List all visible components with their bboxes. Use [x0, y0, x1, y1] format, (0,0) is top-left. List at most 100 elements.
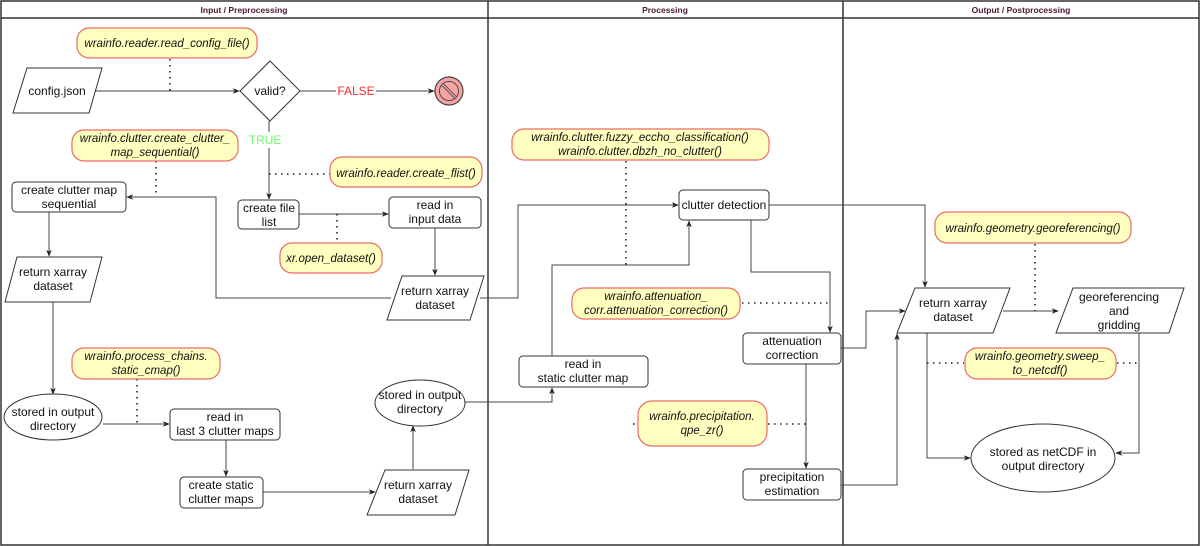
- decision-valid[interactable]: valid?: [239, 60, 301, 122]
- text-line: xr.open_dataset(): [285, 253, 376, 265]
- text-line: correction: [766, 348, 819, 362]
- text-line: map_sequential(): [111, 147, 200, 159]
- text-line: static_cmap(): [111, 365, 180, 377]
- text-line: wrainfo.process_chains.: [84, 351, 207, 363]
- note-sweep-to-netcdf[interactable]: wrainfo.geometry.sweep_ to_netcdf(): [964, 347, 1117, 380]
- svg-text:create staticclutter maps: create static clutter maps: [188, 478, 253, 506]
- node-stored-netcdf[interactable]: stored as netCDF in output directory: [970, 423, 1116, 493]
- lane-title-processing: Processing: [642, 5, 688, 15]
- text-line: output directory: [1002, 459, 1085, 473]
- node-create-file-list[interactable]: create file list: [237, 199, 300, 230]
- svg-text:xr.open_dataset(): xr.open_dataset(): [285, 253, 376, 265]
- text-line: return xarray: [19, 265, 87, 279]
- text-line: read in: [417, 198, 454, 212]
- node-stored-output-mid[interactable]: stored in output directory: [374, 379, 466, 427]
- text-line: wrainfo.clutter.create_clutter_: [80, 133, 230, 145]
- edge-georef-to-netcdf: [1115, 333, 1140, 456]
- text-line: config.json: [28, 84, 85, 98]
- text-line: estimation: [765, 484, 820, 498]
- node-read-static-clutter-map[interactable]: read in static clutter map: [518, 355, 649, 388]
- svg-text:valid?: valid?: [254, 84, 286, 98]
- svg-text:attenuationcorrection: attenuation correction: [762, 334, 821, 362]
- note-qpe-zr[interactable]: wrainfo.precipitation. qpe_zr(): [637, 400, 768, 447]
- text-line: return xarray: [401, 284, 469, 298]
- prohibited-icon: [434, 76, 464, 106]
- text-line: create static: [189, 478, 254, 492]
- svg-text:config.json: config.json: [28, 84, 85, 98]
- text-line: wrainfo.clutter.fuzzy_eccho_classificati…: [531, 132, 749, 144]
- text-line: list: [262, 215, 277, 229]
- false-label: FALSE: [337, 84, 374, 98]
- text-line: qpe_zr(): [681, 425, 724, 437]
- text-line: dataset: [398, 492, 438, 506]
- text-line: gridding: [1098, 318, 1141, 332]
- svg-text:clutter detection: clutter detection: [682, 198, 767, 212]
- text-line: precipitation: [760, 470, 825, 484]
- node-config-json[interactable]: config.json: [12, 67, 103, 114]
- note-create-clutter-map-sequential[interactable]: wrainfo.clutter.create_clutter_ map_seque…: [71, 129, 239, 162]
- text-line: wrainfo.reader.create_flist(): [336, 168, 476, 180]
- edge-clutterdetection-to-attenuation: [750, 220, 833, 333]
- text-line: wrainfo.geometry.sweep_: [975, 351, 1105, 363]
- svg-text:wrainfo.reader.create_flist(): wrainfo.reader.create_flist(): [336, 168, 476, 180]
- text-line: create file: [243, 201, 295, 215]
- edge-stored2-to-readstatic: [465, 387, 555, 403]
- text-line: return xarray: [919, 296, 987, 310]
- node-return-xarray-bottom[interactable]: return xarray dataset: [366, 469, 470, 516]
- note-fuzzy-echo-classification[interactable]: wrainfo.clutter.fuzzy_eccho_classificati…: [511, 128, 770, 161]
- node-create-static-clutter-maps[interactable]: create static clutter maps: [179, 476, 264, 509]
- text-line: directory: [397, 402, 443, 416]
- text-line: dataset: [933, 310, 973, 324]
- text-line: stored in output: [379, 388, 462, 402]
- node-precipitation-estimation[interactable]: precipitation estimation: [742, 468, 842, 501]
- node-return-xarray-left[interactable]: return xarray dataset: [4, 256, 103, 303]
- edge-clutterdetection-to-returnright: [769, 204, 928, 288]
- text-line: last 3 clutter maps: [176, 424, 273, 438]
- node-create-clutter-map-sequential[interactable]: create clutter map sequential: [11, 181, 127, 213]
- note-georeferencing[interactable]: wrainfo.geometry.georeferencing(): [934, 211, 1132, 244]
- edge-return-to-clutterdetection: [480, 202, 679, 299]
- node-attenuation-correction[interactable]: attenuation correction: [742, 332, 842, 365]
- svg-text:wrainfo.reader.read_config_fil: wrainfo.reader.read_config_file(): [84, 38, 249, 50]
- note-attenuation-correction[interactable]: wrainfo.attenuation_ corr.attenuation_cor…: [571, 287, 741, 320]
- note-open-dataset[interactable]: xr.open_dataset(): [279, 242, 383, 274]
- text-line: valid?: [254, 84, 286, 98]
- lane-title-input: Input / Preprocessing: [201, 5, 288, 15]
- text-line: sequential: [42, 197, 97, 211]
- node-georeferencing-gridding[interactable]: georeferencing and gridding: [1055, 287, 1185, 334]
- svg-text:wrainfo.geometry.georeferencin: wrainfo.geometry.georeferencing(): [946, 223, 1121, 235]
- text-line: wrainfo.geometry.georeferencing(): [946, 223, 1121, 235]
- text-line: attenuation: [762, 334, 821, 348]
- text-line: wrainfo.precipitation.: [649, 411, 754, 423]
- text-line: to_netcdf(): [1013, 365, 1068, 377]
- note-static-cmap[interactable]: wrainfo.process_chains. static_cmap(): [71, 347, 221, 380]
- text-line: stored in output: [12, 405, 95, 419]
- note-create-flist[interactable]: wrainfo.reader.create_flist(): [329, 156, 483, 188]
- text-line: wrainfo.attenuation_: [604, 291, 708, 303]
- text-line: and: [1109, 304, 1129, 318]
- text-line: create clutter map: [21, 183, 117, 197]
- text-line: dataset: [33, 279, 73, 293]
- svg-text:precipitationestimation: precipitation estimation: [760, 470, 825, 498]
- edge-returnright-to-netcdf: [926, 333, 971, 461]
- text-line: read in: [207, 410, 244, 424]
- note-read-config-file[interactable]: wrainfo.reader.read_config_file(): [76, 27, 258, 59]
- text-line: clutter maps: [188, 492, 253, 506]
- lane-title-output: Output / Postprocessing: [972, 5, 1071, 15]
- text-line: read in: [565, 357, 602, 371]
- text-line: static clutter map: [538, 371, 629, 385]
- edge-precip-to-returnright: [841, 333, 900, 486]
- text-line: return xarray: [384, 478, 452, 492]
- node-return-xarray-mid[interactable]: return xarray dataset: [386, 275, 485, 321]
- node-clutter-detection[interactable]: clutter detection: [678, 189, 770, 221]
- flowchart-diagram: Input / Preprocessing Processing Output …: [0, 0, 1200, 546]
- true-label: TRUE: [249, 133, 282, 147]
- text-line: wrainfo.reader.read_config_file(): [84, 38, 249, 50]
- node-stored-output-left[interactable]: stored in output directory: [3, 393, 103, 441]
- node-return-xarray-right[interactable]: return xarray dataset: [896, 287, 1011, 334]
- text-line: clutter detection: [682, 198, 767, 212]
- text-line: input data: [409, 212, 462, 226]
- node-read-input-data[interactable]: read in input data: [388, 196, 482, 229]
- node-read-last3-clutter-maps[interactable]: read in last 3 clutter maps: [169, 408, 281, 441]
- text-line: wrainfo.clutter.dbzh_no_clutter(): [558, 146, 722, 158]
